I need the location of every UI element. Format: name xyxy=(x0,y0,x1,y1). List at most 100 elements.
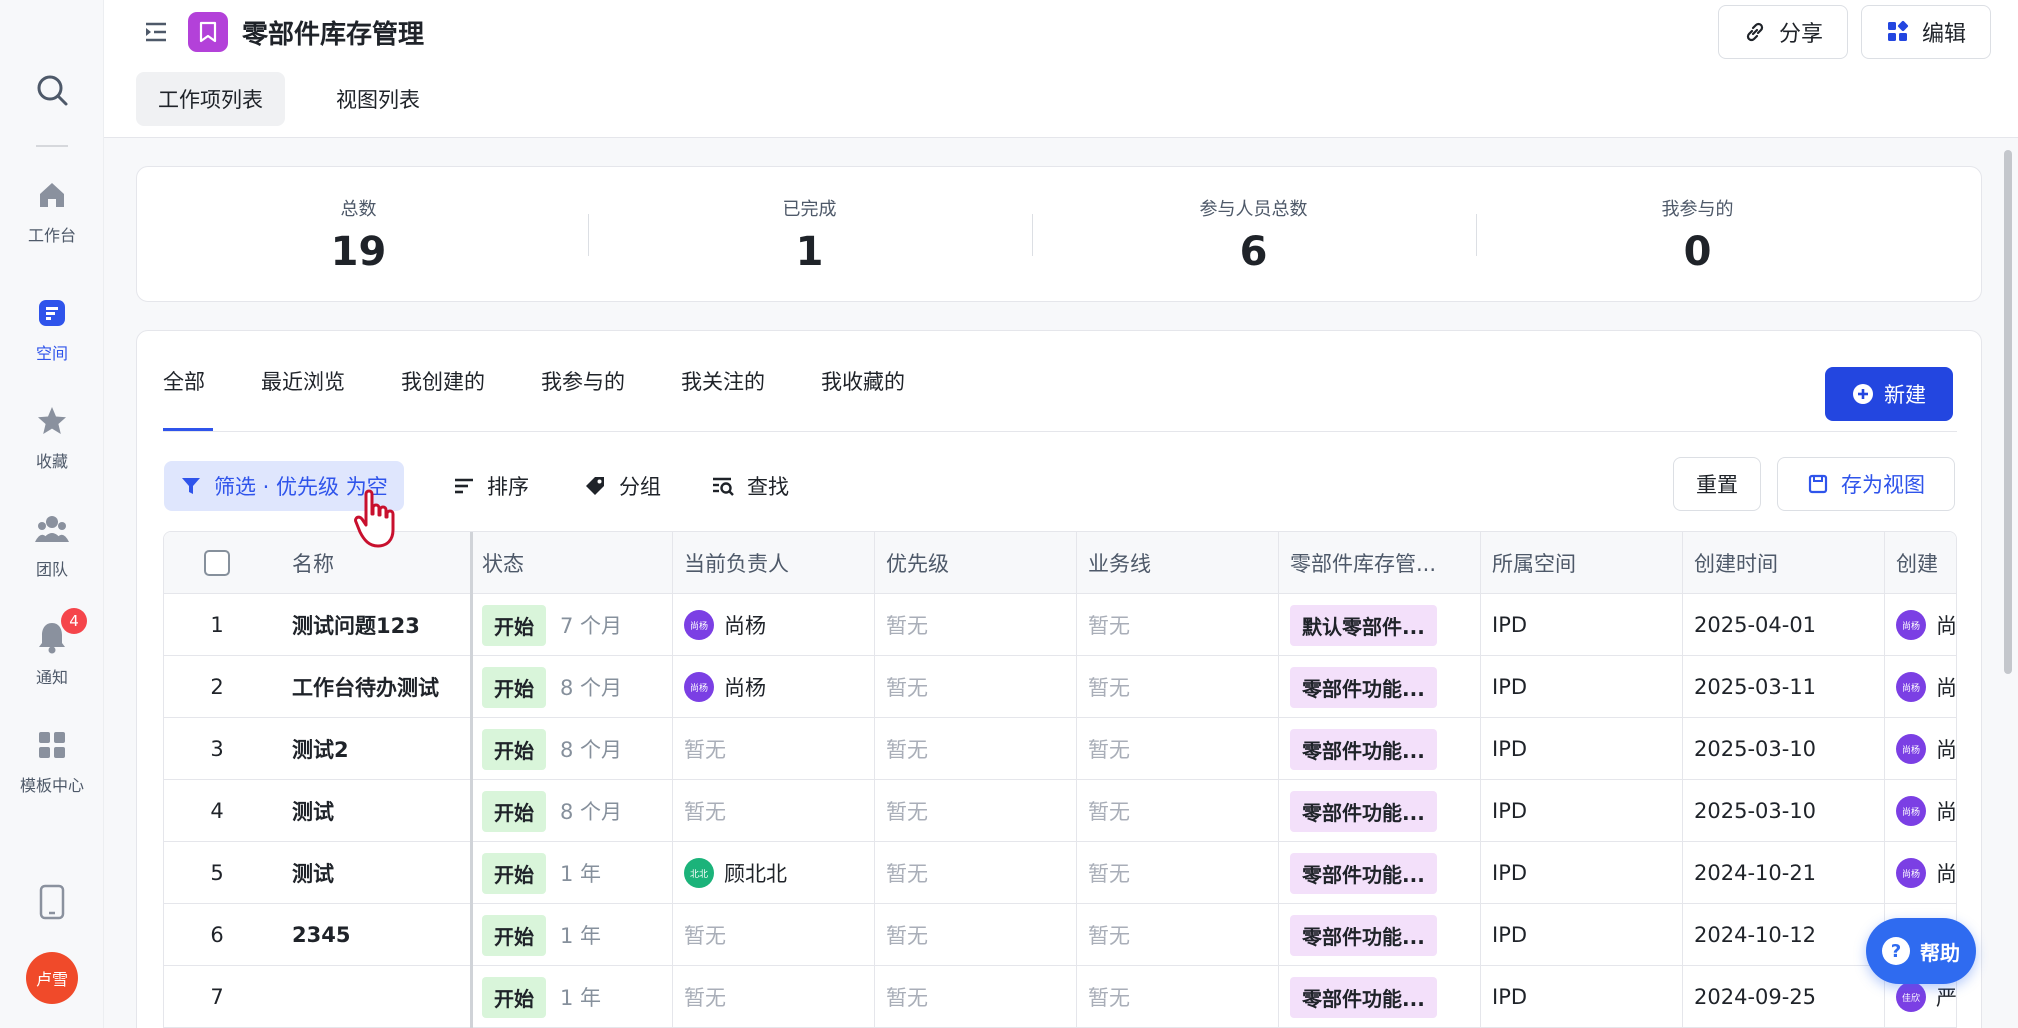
rail-item-space[interactable]: 空间 xyxy=(0,296,104,364)
priority-cell[interactable]: 暂无 xyxy=(886,656,928,718)
find-button[interactable]: 查找 xyxy=(711,461,789,511)
status-cell[interactable]: 开始 1 年 xyxy=(482,966,601,1028)
tab-participating[interactable]: 我参与的 xyxy=(541,331,625,431)
status-cell[interactable]: 开始 1 年 xyxy=(482,904,601,966)
collapse-sidebar-icon[interactable] xyxy=(142,18,170,46)
project-tag[interactable]: 零部件功能... xyxy=(1290,852,1437,894)
status-cell[interactable]: 开始 7 个月 xyxy=(482,594,622,656)
project-cell[interactable]: 零部件功能... xyxy=(1290,904,1437,966)
rail-item-team[interactable]: 团队 xyxy=(0,512,104,580)
table-row[interactable]: 2 工作台待办测试 开始 8 个月 尚杨 尚杨 暂无 暂无 零部件功能... IPD 2025-03… xyxy=(164,656,1956,718)
col-name[interactable]: 名称 xyxy=(292,532,334,594)
business-line-cell[interactable]: 暂无 xyxy=(1088,780,1130,842)
tab-created-by-me[interactable]: 我创建的 xyxy=(401,331,485,431)
rail-item-templates[interactable]: 模板中心 xyxy=(0,728,104,796)
priority-cell[interactable]: 暂无 xyxy=(886,842,928,904)
business-line-cell[interactable]: 暂无 xyxy=(1088,594,1130,656)
business-line-cell[interactable]: 暂无 xyxy=(1088,842,1130,904)
name-cell[interactable] xyxy=(292,966,477,1028)
col-creator[interactable]: 创建 xyxy=(1896,532,1956,594)
share-button[interactable]: 分享 xyxy=(1718,5,1848,59)
col-project[interactable]: 零部件库存管... xyxy=(1290,532,1470,594)
col-business-line[interactable]: 业务线 xyxy=(1088,532,1151,594)
rail-item-notifications[interactable]: 4 通知 xyxy=(0,608,104,688)
status-cell[interactable]: 开始 1 年 xyxy=(482,842,601,904)
rail-item-workbench[interactable]: 工作台 xyxy=(0,178,104,246)
col-space[interactable]: 所属空间 xyxy=(1492,532,1576,594)
project-cell[interactable]: 零部件功能... xyxy=(1290,656,1437,718)
col-created-time[interactable]: 创建时间 xyxy=(1694,532,1778,594)
status-tag[interactable]: 开始 xyxy=(482,976,546,1018)
tab-recent[interactable]: 最近浏览 xyxy=(261,331,345,431)
table-row[interactable]: 7 开始 1 年 暂无 暂无 暂无 零部件功能... IPD 2024-09-25 佳欣严 xyxy=(164,966,1956,1028)
priority-cell[interactable]: 暂无 xyxy=(886,780,928,842)
reset-button[interactable]: 重置 xyxy=(1673,457,1761,511)
col-owner[interactable]: 当前负责人 xyxy=(684,532,789,594)
business-line-cell[interactable]: 暂无 xyxy=(1088,718,1130,780)
table-row[interactable]: 4 测试 开始 8 个月 暂无 暂无 暂无 零部件功能... IPD 2025-03-10 尚杨尚 xyxy=(164,780,1956,842)
name-cell[interactable]: 2345 xyxy=(292,904,477,966)
rail-item-favorites[interactable]: 收藏 xyxy=(0,404,104,472)
table-row[interactable]: 1 测试问题123 开始 7 个月 尚杨 尚杨 暂无 暂无 默认零部件... IPD 2025-04… xyxy=(164,594,1956,656)
business-line-cell[interactable]: 暂无 xyxy=(1088,656,1130,718)
business-line-cell[interactable]: 暂无 xyxy=(1088,966,1130,1028)
status-tag[interactable]: 开始 xyxy=(482,728,546,770)
project-tag[interactable]: 零部件功能... xyxy=(1290,728,1437,770)
project-tag[interactable]: 零部件功能... xyxy=(1290,666,1437,708)
select-all-checkbox[interactable] xyxy=(204,532,230,594)
status-cell[interactable]: 开始 8 个月 xyxy=(482,780,622,842)
tab-following[interactable]: 我关注的 xyxy=(681,331,765,431)
status-tag[interactable]: 开始 xyxy=(482,604,546,646)
owner-cell[interactable]: 暂无 xyxy=(684,904,726,966)
col-priority[interactable]: 优先级 xyxy=(886,532,949,594)
tab-views[interactable]: 视图列表 xyxy=(314,72,442,126)
project-cell[interactable]: 默认零部件... xyxy=(1290,594,1437,656)
mobile-icon[interactable] xyxy=(38,884,66,920)
table-row[interactable]: 5 测试 开始 1 年 北北 顾北北 暂无 暂无 零部件功能... IPD 2024-10-21 尚杨… xyxy=(164,842,1956,904)
name-cell[interactable]: 测试问题123 xyxy=(292,594,477,656)
owner-cell[interactable]: 北北 顾北北 xyxy=(684,842,787,904)
project-cell[interactable]: 零部件功能... xyxy=(1290,842,1437,904)
priority-cell[interactable]: 暂无 xyxy=(886,718,928,780)
project-cell[interactable]: 零部件功能... xyxy=(1290,718,1437,780)
status-cell[interactable]: 开始 8 个月 xyxy=(482,656,622,718)
owner-cell[interactable]: 尚杨 尚杨 xyxy=(684,594,766,656)
business-line-cell[interactable]: 暂无 xyxy=(1088,904,1130,966)
priority-cell[interactable]: 暂无 xyxy=(886,966,928,1028)
status-tag[interactable]: 开始 xyxy=(482,852,546,894)
owner-cell[interactable]: 暂无 xyxy=(684,780,726,842)
col-status[interactable]: 状态 xyxy=(482,532,524,594)
checkbox[interactable] xyxy=(204,550,230,576)
name-cell[interactable]: 工作台待办测试 xyxy=(292,656,477,718)
vertical-scrollbar[interactable] xyxy=(2004,150,2012,674)
name-cell[interactable]: 测试 xyxy=(292,842,477,904)
status-tag[interactable]: 开始 xyxy=(482,666,546,708)
project-tag[interactable]: 零部件功能... xyxy=(1290,976,1437,1018)
user-avatar[interactable]: 卢雪 xyxy=(26,952,78,1004)
search-icon[interactable] xyxy=(32,70,72,110)
table-row[interactable]: 6 2345 开始 1 年 暂无 暂无 暂无 零部件功能... IPD 2024-10-12 xyxy=(164,904,1956,966)
priority-cell[interactable]: 暂无 xyxy=(886,904,928,966)
name-cell[interactable]: 测试2 xyxy=(292,718,477,780)
owner-cell[interactable]: 尚杨 尚杨 xyxy=(684,656,766,718)
project-tag[interactable]: 默认零部件... xyxy=(1290,604,1437,646)
tab-all[interactable]: 全部 xyxy=(163,331,213,431)
owner-cell[interactable]: 暂无 xyxy=(684,966,726,1028)
status-tag[interactable]: 开始 xyxy=(482,914,546,956)
project-tag[interactable]: 零部件功能... xyxy=(1290,914,1437,956)
new-button[interactable]: 新建 xyxy=(1825,367,1953,421)
owner-cell[interactable]: 暂无 xyxy=(684,718,726,780)
edit-button[interactable]: 编辑 xyxy=(1861,5,1991,59)
project-cell[interactable]: 零部件功能... xyxy=(1290,780,1437,842)
table-row[interactable]: 3 测试2 开始 8 个月 暂无 暂无 暂无 零部件功能... IPD 2025-03-10 尚杨尚 xyxy=(164,718,1956,780)
tab-work-items[interactable]: 工作项列表 xyxy=(136,72,285,126)
column-divider[interactable] xyxy=(470,532,473,1028)
sort-button[interactable]: 排序 xyxy=(453,461,529,511)
status-tag[interactable]: 开始 xyxy=(482,790,546,832)
tab-favorited[interactable]: 我收藏的 xyxy=(821,331,905,431)
group-button[interactable]: 分组 xyxy=(583,461,661,511)
project-tag[interactable]: 零部件功能... xyxy=(1290,790,1437,832)
help-button[interactable]: ? 帮助 xyxy=(1866,918,1976,984)
status-cell[interactable]: 开始 8 个月 xyxy=(482,718,622,780)
save-view-button[interactable]: 存为视图 xyxy=(1777,457,1955,511)
